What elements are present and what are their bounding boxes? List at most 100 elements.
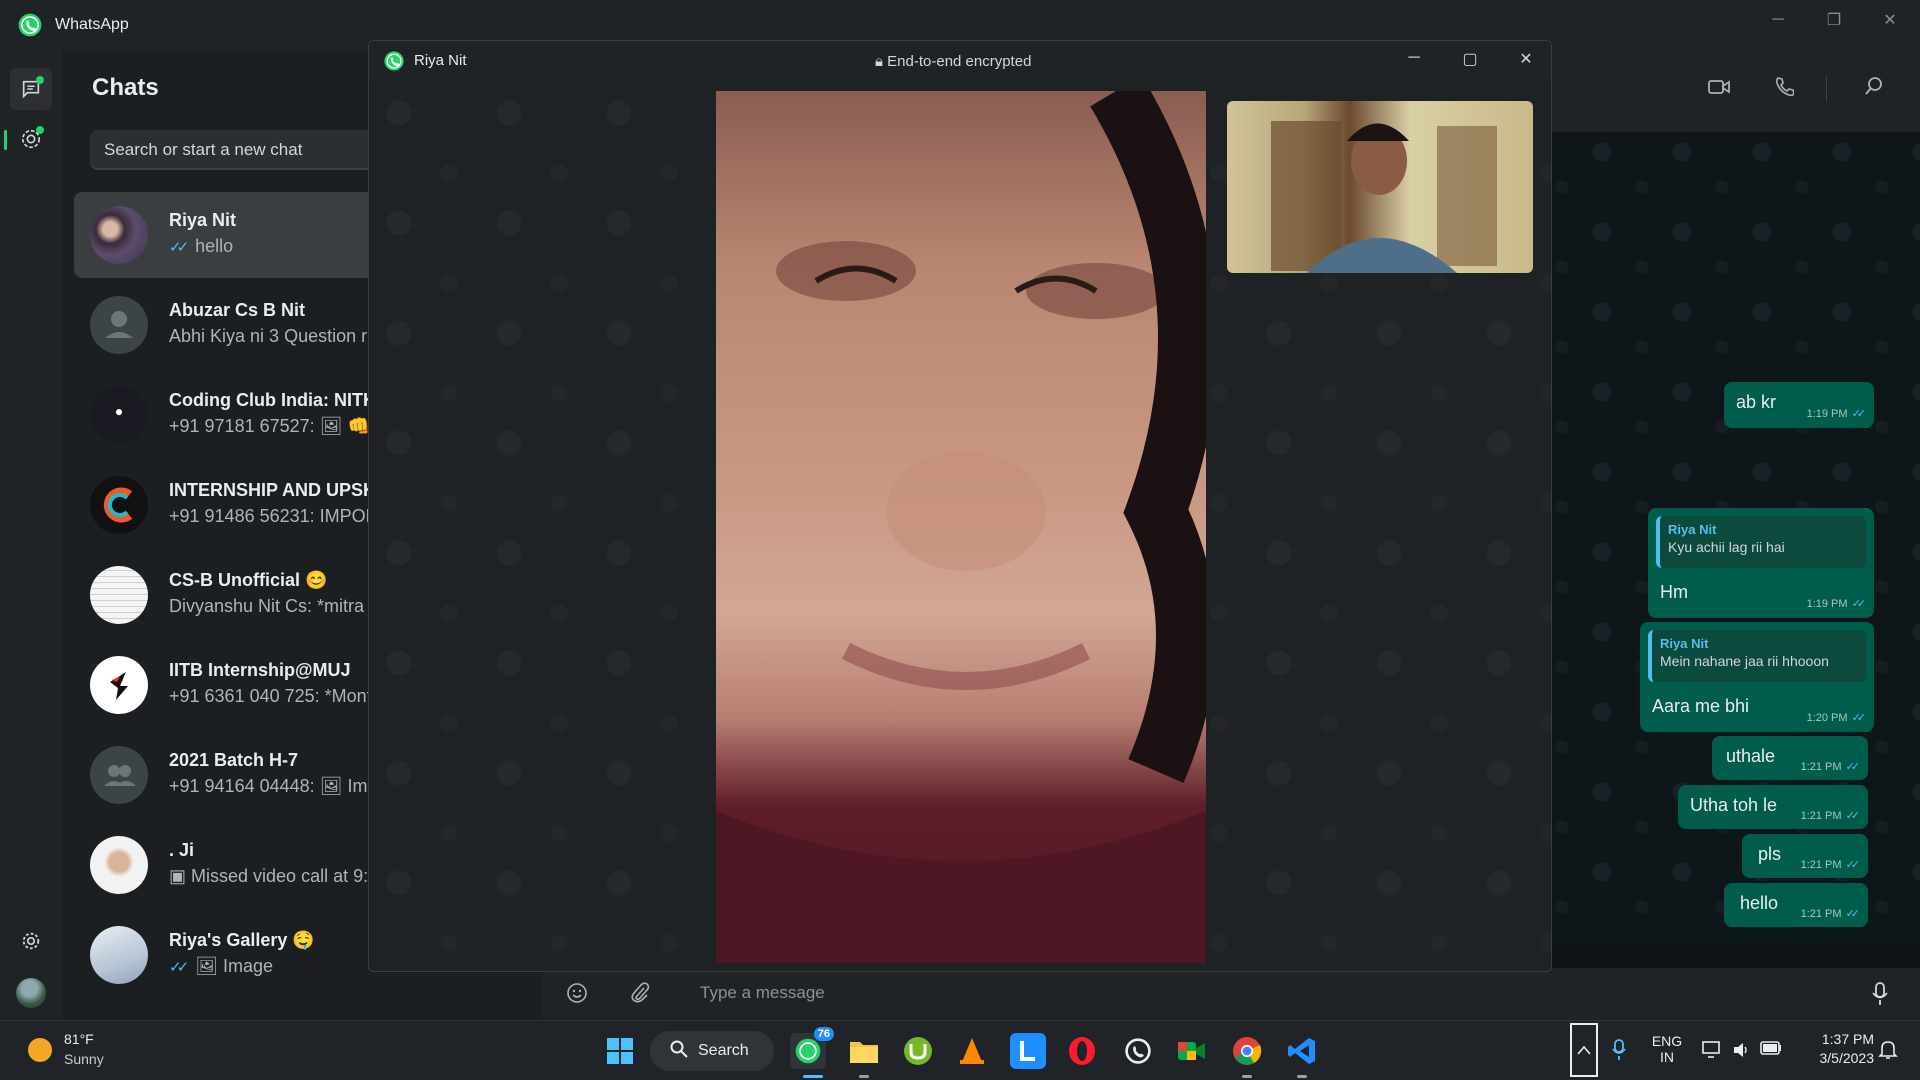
unread-dot [36,76,44,84]
call-minimize-button[interactable]: ─ [1399,49,1429,73]
search-icon[interactable] [1864,76,1884,102]
battery-icon[interactable] [1760,1041,1782,1058]
chat-preview: ✓✓ 🖼 Image [169,956,274,976]
emoji-icon[interactable] [566,982,588,1010]
vlc-icon[interactable] [954,1033,990,1069]
chat-preview: Divyanshu Nit Cs: *mitra [169,596,365,616]
google-meet-icon[interactable] [1174,1033,1210,1069]
file-explorer-icon[interactable] [846,1033,882,1069]
quoted-message[interactable]: Riya Nit Mein nahane jaa rii hhooon [1648,630,1866,682]
chat-preview: Abhi Kiya ni 3 Question rh [169,326,378,346]
chat-name: Riya's Gallery 🤤 [169,930,315,950]
vscode-icon[interactable] [1284,1033,1320,1069]
weather-temp[interactable]: 81°F [64,1031,94,1047]
whatsapp-logo-icon [384,51,404,71]
restore-button[interactable]: ❐ [1806,0,1862,40]
app-l-icon[interactable] [1010,1033,1046,1069]
chat-preview: ▣ Missed video call at 9:0 [169,866,379,886]
app-title: WhatsApp [55,16,129,33]
status-nav-button[interactable] [10,118,52,160]
header-divider [1826,76,1827,102]
chat-name: . Ji [169,840,195,860]
message-bubble-with-quote[interactable]: Riya Nit Kyu achii lag rii hai Hm 1:19 PM… [1648,508,1874,618]
status-update-dot [36,126,44,134]
video-call-window: Riya Nit 🔒︎ End-to-end encrypted ─ ▢ ✕ [368,40,1552,972]
chevron-up-icon [1577,1045,1591,1055]
message-bubble[interactable]: uthale 1:21 PM ✓✓ [1712,736,1868,780]
quoted-message[interactable]: Riya Nit Kyu achii lag rii hai [1656,516,1866,568]
avatar [90,656,148,714]
avatar [90,566,148,624]
opera-icon[interactable] [1064,1033,1100,1069]
call-maximize-button[interactable]: ▢ [1455,49,1485,73]
unread-badge: 76 [813,1027,834,1041]
chat-name: INTERNSHIP AND UPSKIL [169,480,393,500]
encryption-label: 🔒︎ End-to-end encrypted [875,53,1032,70]
read-ticks-icon: ✓✓ [169,239,189,256]
group-avatar-icon [90,746,148,804]
running-app-indicator [1297,1075,1307,1078]
avatar [90,386,148,444]
chrome-icon[interactable] [1229,1033,1265,1069]
remote-video-feed [716,91,1206,963]
sun-icon [28,1038,52,1062]
avatar [90,836,148,894]
search-icon [670,1040,688,1063]
chat-name: Riya Nit [169,210,237,230]
clock[interactable]: 1:37 PM 3/5/2023 [1800,1031,1875,1066]
profile-avatar[interactable] [16,978,46,1008]
avatar [90,206,148,264]
whatsapp-taskbar-icon[interactable]: 76 [790,1027,834,1069]
avatar [90,476,148,534]
voice-call-icon[interactable] [1774,76,1795,102]
message-bubble[interactable]: Utha toh le 1:21 PM ✓✓ [1678,785,1868,829]
chat-name: Coding Club India: NITK,A [169,390,394,410]
gear-icon [22,932,40,950]
chat-name: IITB Internship@MUJ [169,660,351,680]
network-icon[interactable] [1702,1041,1722,1062]
chat-preview: +91 94164 04448: 🖼 Imag [169,776,388,796]
video-call-icon[interactable] [1708,78,1730,102]
message-bubble-with-quote[interactable]: Riya Nit Mein nahane jaa rii hhooon Aara … [1640,622,1874,732]
whatsapp-logo-icon [18,13,42,37]
message-bubble[interactable]: ab kr 1:19 PM ✓✓ [1724,382,1874,428]
microphone-icon[interactable] [1872,982,1888,1012]
navigation-rail [0,50,62,1020]
minimize-button[interactable]: ─ [1750,0,1806,40]
notifications-icon[interactable] [1878,1039,1898,1064]
windows-start-icon[interactable] [602,1033,638,1069]
chat-preview: +91 97181 67527: 🖼 👊 D [169,416,388,436]
volume-icon[interactable] [1732,1041,1750,1062]
windows-taskbar: 81°F Sunny Search 76 ENG IN 1:37 PM 3/5/20… [0,1020,1920,1080]
language-indicator[interactable]: ENG IN [1650,1033,1684,1065]
microphone-icon[interactable] [1612,1039,1626,1064]
active-indicator [4,130,7,150]
default-avatar-icon [90,296,148,354]
chat-name: 2021 Batch H-7 [169,750,299,770]
call-close-button[interactable]: ✕ [1511,49,1541,73]
settings-nav-button[interactable] [10,920,52,962]
chat-name: Abuzar Cs B Nit [169,300,306,320]
whatsapp-secondary-icon[interactable] [1120,1033,1156,1069]
message-bubble[interactable]: hello 1:21 PM ✓✓ [1724,883,1868,927]
taskbar-search-button[interactable]: Search [650,1031,774,1071]
call-titlebar: Riya Nit 🔒︎ End-to-end encrypted ─ ▢ ✕ [369,41,1551,83]
show-hidden-icons-button[interactable] [1570,1023,1598,1077]
lock-icon: 🔒︎ [875,53,888,70]
close-button[interactable]: ✕ [1862,0,1918,40]
message-bubble[interactable]: pls 1:21 PM ✓✓ [1742,834,1868,878]
chat-name: CS-B Unofficial 😊 [169,570,328,590]
self-video-preview[interactable] [1227,101,1533,273]
chats-heading: Chats [92,74,159,101]
chat-preview: +91 6361 040 725: *Mont [169,686,372,706]
weather-desc[interactable]: Sunny [64,1051,104,1067]
utorrent-icon[interactable] [900,1033,936,1069]
message-input[interactable]: Type a message [700,983,825,1003]
call-contact-name: Riya Nit [414,52,467,69]
chat-preview: +91 91486 56231: IMPOR [169,506,379,526]
chats-nav-button[interactable] [10,68,52,110]
attach-icon[interactable] [630,982,650,1010]
running-app-indicator [1242,1075,1252,1078]
message-composer: Type a message [542,968,1920,1020]
missed-video-call-icon: ▣ [169,866,192,886]
